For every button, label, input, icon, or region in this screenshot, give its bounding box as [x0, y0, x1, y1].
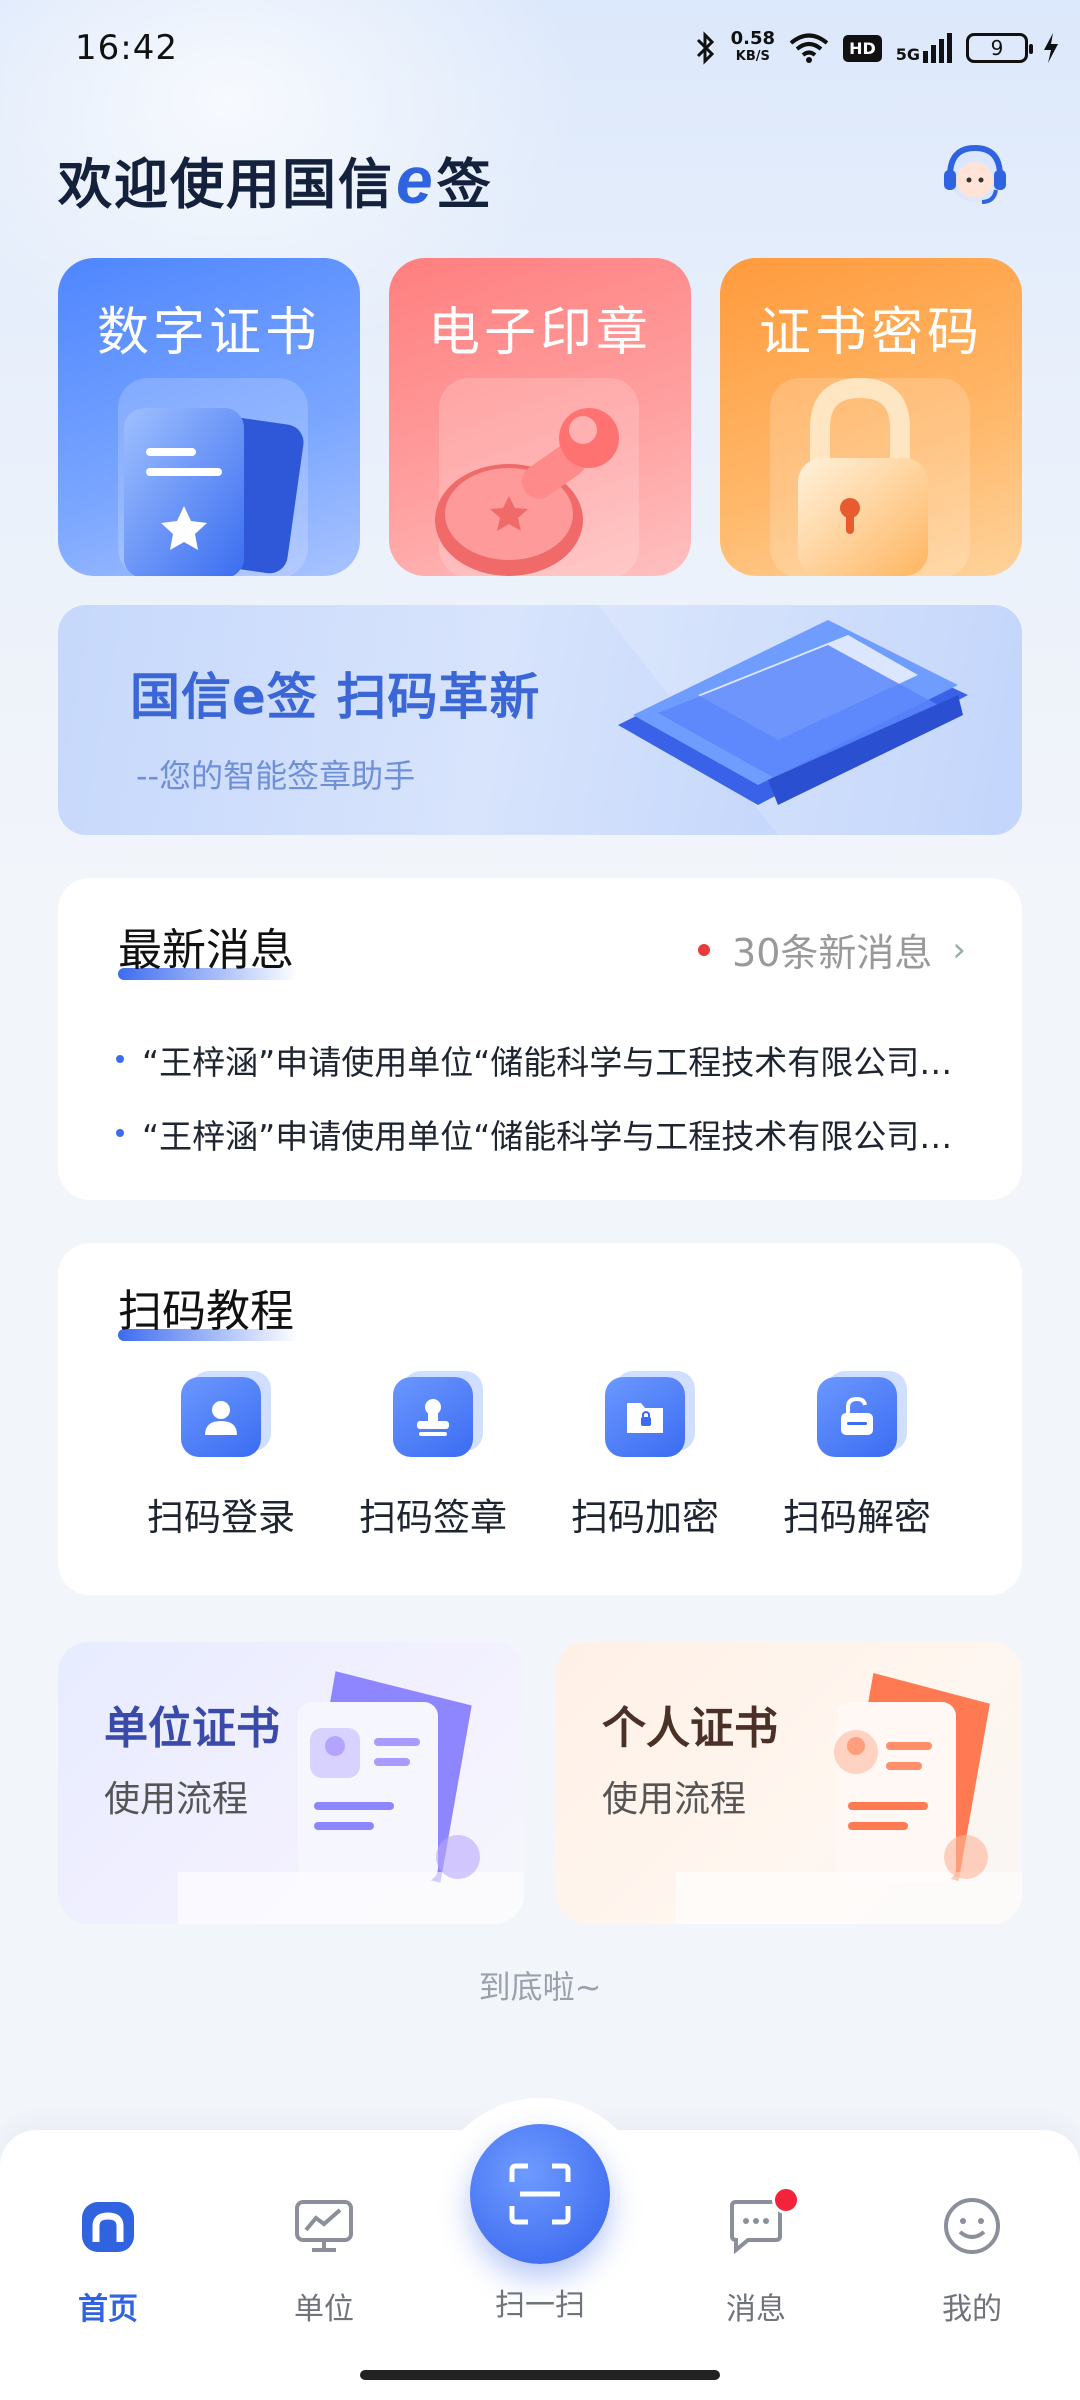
card-title: 个人证书 [602, 1703, 778, 1754]
feature-card-label: 电子印章 [427, 303, 652, 363]
chevron-right-icon: › [952, 929, 966, 970]
promo-banner[interactable]: 国信e签 扫码革新 --您的智能签章助手 [58, 605, 1022, 835]
unread-dot [698, 943, 711, 956]
unread-badge [772, 2186, 800, 2214]
headset-avatar-icon [944, 144, 1006, 204]
scan-button[interactable] [470, 2124, 610, 2264]
news-item[interactable]: “王梓涵”申请使用单位“储能科学与工程技术有限公司”的数字证书 [116, 1110, 966, 1158]
unlock-icon [817, 1377, 897, 1457]
customer-service-button[interactable] [938, 140, 1012, 210]
page-title: 欢迎使用国信e签 [58, 143, 493, 217]
gesture-home-bar[interactable] [360, 2370, 720, 2380]
hd-badge: HD [843, 34, 882, 62]
user-icon [181, 1377, 261, 1457]
feature-card-label: 数字证书 [96, 303, 321, 363]
status-bar: 16:42 0.58 KB/S HD 5G 9 [0, 0, 1080, 100]
status-time: 16:42 [75, 28, 178, 68]
tutorial-scan-decrypt[interactable]: 扫码解密 [772, 1377, 942, 1541]
smile-icon [892, 2186, 1052, 2266]
card-subtitle: 使用流程 [104, 1779, 249, 1820]
network-speed: 0.58 KB/S [730, 28, 776, 65]
banner-headline: 国信e签 扫码革新 [130, 668, 541, 726]
scan-icon [509, 2163, 571, 2225]
bluetooth-icon [696, 31, 714, 65]
news-item[interactable]: “王梓涵”申请使用单位“储能科学与工程技术有限公司”的数字证书 [116, 1036, 966, 1084]
tutorial-section-title: 扫码教程 [118, 1275, 298, 1341]
tab-me[interactable]: 我的 [892, 2146, 1052, 2328]
banner-subline: --您的智能签章助手 [136, 757, 416, 795]
tutorial-scan-sign[interactable]: 扫码签章 [348, 1377, 518, 1541]
news-count-link[interactable]: 30条新消息 › [698, 922, 966, 977]
news-panel: 最新消息 30条新消息 › “王梓涵”申请使用单位“储能科学与工程技术有限公司”… [58, 878, 1022, 1200]
status-icons: 0.58 KB/S HD 5G 9 [695, 26, 1060, 70]
cell-signal-icon: 5G [896, 33, 952, 63]
tab-messages[interactable]: 消息 [676, 2146, 836, 2328]
end-of-list-hint: 到底啦~ [478, 1968, 602, 2006]
folder-lock-icon [605, 1377, 685, 1457]
personal-certificate-guide-card[interactable]: 个人证书 使用流程 [556, 1642, 1022, 1924]
tutorial-scan-encrypt[interactable]: 扫码加密 [560, 1377, 730, 1541]
electronic-seal-card[interactable]: 电子印章 [389, 258, 691, 576]
monitor-chart-icon [244, 2186, 404, 2266]
stamp-icon [393, 1377, 473, 1457]
scan-tutorial-panel: 扫码教程 扫码登录 扫码签章 扫码加密 扫码解密 [58, 1243, 1022, 1595]
home-icon [28, 2186, 188, 2266]
battery-icon: 9 [966, 33, 1033, 63]
tab-home[interactable]: 首页 [28, 2146, 188, 2328]
news-section-title: 最新消息 [118, 914, 298, 980]
digital-certificate-card[interactable]: 数字证书 [58, 258, 360, 576]
wifi-icon [789, 33, 829, 63]
charging-icon [1044, 33, 1058, 63]
feature-card-label: 证书密码 [758, 303, 983, 363]
chat-icon [676, 2186, 836, 2266]
card-title: 单位证书 [104, 1703, 280, 1754]
card-subtitle: 使用流程 [602, 1779, 747, 1820]
scan-tab-label: 扫一扫 [495, 2288, 585, 2323]
tutorial-scan-login[interactable]: 扫码登录 [136, 1377, 306, 1541]
tab-unit[interactable]: 单位 [244, 2146, 404, 2328]
certificate-password-card[interactable]: 证书密码 [720, 258, 1022, 576]
unit-certificate-guide-card[interactable]: 单位证书 使用流程 [58, 1642, 524, 1924]
